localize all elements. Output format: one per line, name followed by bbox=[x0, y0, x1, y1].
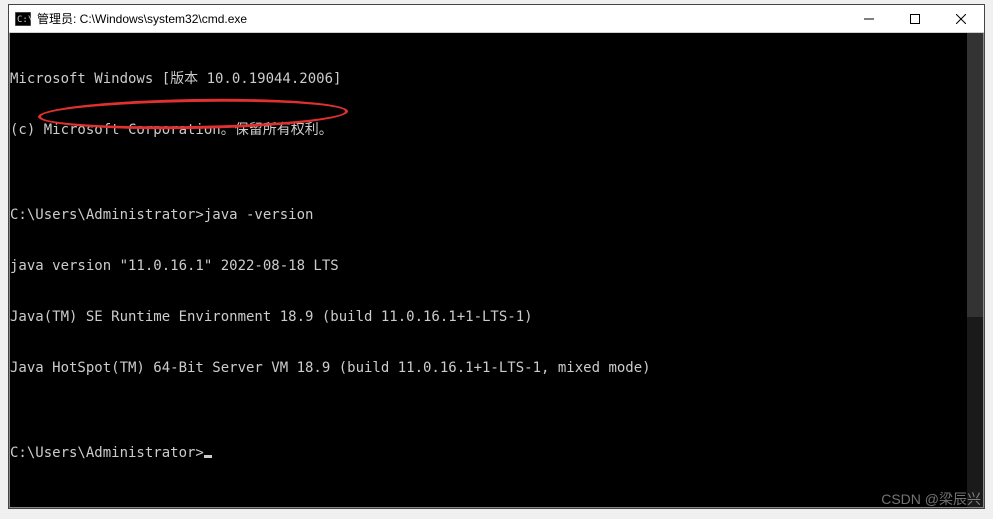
terminal-output[interactable]: Microsoft Windows [版本 10.0.19044.2006] (… bbox=[9, 33, 984, 508]
window-controls bbox=[846, 5, 984, 32]
output-line: Microsoft Windows [版本 10.0.19044.2006] bbox=[10, 71, 983, 88]
cursor bbox=[204, 455, 212, 458]
titlebar[interactable]: C:\ 管理员: C:\Windows\system32\cmd.exe bbox=[9, 5, 984, 33]
window-title: 管理员: C:\Windows\system32\cmd.exe bbox=[37, 10, 846, 27]
svg-text:C:\: C:\ bbox=[17, 15, 31, 25]
output-line: (c) Microsoft Corporation。保留所有权利。 bbox=[10, 122, 983, 139]
minimize-button[interactable] bbox=[846, 5, 892, 33]
output-line: java version "11.0.16.1" 2022-08-18 LTS bbox=[10, 258, 983, 275]
maximize-button[interactable] bbox=[892, 5, 938, 33]
output-line: Java HotSpot(TM) 64-Bit Server VM 18.9 (… bbox=[10, 360, 983, 377]
cmd-icon: C:\ bbox=[15, 11, 31, 27]
cmd-window: C:\ 管理员: C:\Windows\system32\cmd.exe Mic… bbox=[8, 4, 985, 509]
vertical-scrollbar[interactable] bbox=[967, 33, 983, 507]
output-line: C:\Users\Administrator>java -version bbox=[10, 207, 983, 224]
output-line: Java(TM) SE Runtime Environment 18.9 (bu… bbox=[10, 309, 983, 326]
prompt-text: C:\Users\Administrator> bbox=[10, 445, 204, 461]
close-button[interactable] bbox=[938, 5, 984, 33]
prompt-line: C:\Users\Administrator> bbox=[10, 445, 983, 462]
scrollbar-thumb[interactable] bbox=[967, 33, 983, 317]
